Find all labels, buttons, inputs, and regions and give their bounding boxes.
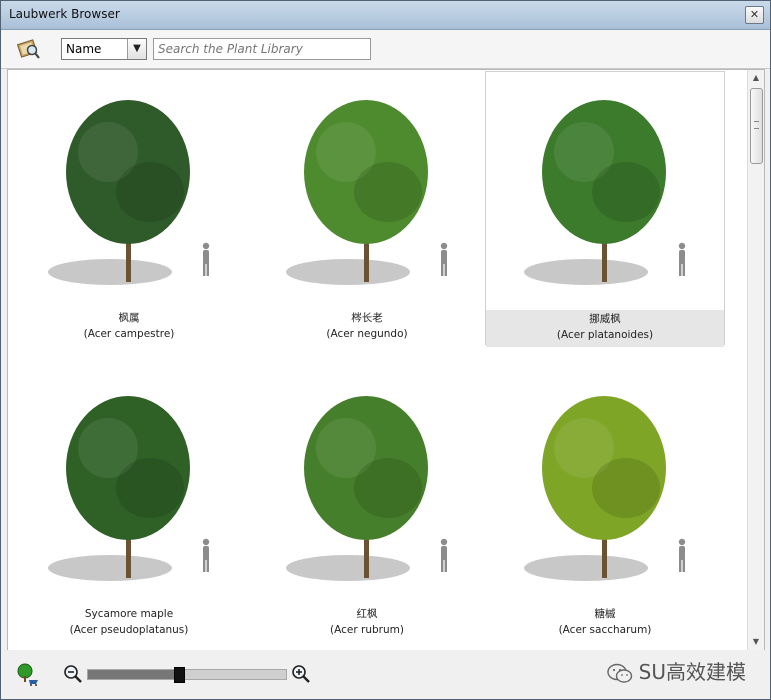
plant-library-view: 枫属 (Acer campestre) 梣长老 (Acer negundo) 挪威枫 (A…	[7, 69, 765, 651]
plant-latin-name: (Acer platanoides)	[556, 329, 654, 341]
scrollbar-thumb[interactable]	[750, 88, 763, 164]
window-title: Laubwerk Browser	[9, 7, 120, 21]
title-bar[interactable]: Laubwerk Browser ✕	[1, 1, 770, 30]
plant-thumbnail	[286, 100, 448, 285]
toolbar: Name ▼	[1, 30, 770, 69]
plant-common-name: 红枫	[356, 608, 378, 620]
scroll-up-icon[interactable]: ▲	[748, 70, 764, 86]
scroll-down-icon[interactable]: ▼	[748, 634, 764, 650]
plant-grid: 枫属 (Acer campestre) 梣长老 (Acer negundo) 挪威枫 (A…	[8, 70, 748, 650]
plant-latin-name: (Acer saccharum)	[558, 624, 652, 636]
plant-caption: Sycamore maple (Acer pseudoplatanus)	[10, 606, 248, 638]
zoom-out-icon[interactable]	[63, 664, 83, 684]
plant-thumbnail	[286, 396, 448, 581]
plant-search-icon[interactable]	[17, 38, 41, 60]
plant-latin-name: (Acer rubrum)	[330, 624, 404, 636]
close-button[interactable]: ✕	[745, 6, 764, 24]
sort-select-value: Name	[66, 42, 102, 56]
plant-latin-name: (Acer campestre)	[83, 328, 175, 340]
plant-tile[interactable]: 梣长老 (Acer negundo)	[248, 72, 486, 344]
plant-common-name: Sycamore maple	[84, 608, 174, 620]
chevron-down-icon[interactable]: ▼	[127, 39, 146, 59]
plant-thumbnail	[524, 100, 686, 285]
wechat-icon	[606, 663, 632, 683]
plant-thumbnail	[48, 100, 210, 285]
zoom-slider[interactable]	[87, 667, 287, 683]
plant-tile[interactable]: 红枫 (Acer rubrum)	[248, 368, 486, 640]
laubwerk-browser-window: Laubwerk Browser ✕ Name ▼ 枫属 (Acer campes…	[0, 0, 771, 700]
plant-caption: 梣长老 (Acer negundo)	[248, 310, 486, 342]
plant-common-name: 挪威枫	[589, 313, 621, 325]
sort-select[interactable]: Name ▼	[61, 38, 147, 60]
plant-common-name: 糖槭	[594, 608, 616, 620]
watermark-text: SU高效建模	[638, 660, 746, 684]
plant-caption: 枫属 (Acer campestre)	[10, 310, 248, 342]
bottom-bar: SU高效建模	[1, 650, 770, 699]
plant-caption: 红枫 (Acer rubrum)	[248, 606, 486, 638]
plant-latin-name: (Acer pseudoplatanus)	[69, 624, 189, 636]
search-input[interactable]	[153, 38, 371, 60]
plant-tile[interactable]: 挪威枫 (Acer platanoides)	[485, 71, 725, 347]
watermark: SU高效建模	[606, 656, 746, 685]
plant-latin-name: (Acer negundo)	[326, 328, 408, 340]
plant-common-name: 梣长老	[351, 312, 383, 324]
plant-tile[interactable]: 糖槭 (Acer saccharum)	[486, 368, 724, 640]
plant-tile[interactable]: 枫属 (Acer campestre)	[10, 72, 248, 344]
plant-caption: 挪威枫 (Acer platanoides)	[486, 310, 724, 347]
zoom-slider-handle[interactable]	[174, 667, 185, 683]
plant-thumbnail	[524, 396, 686, 581]
vertical-scrollbar[interactable]: ▲ ▼	[747, 70, 764, 650]
plant-common-name: 枫属	[118, 312, 140, 324]
zoom-slider-fill	[88, 670, 179, 679]
add-plant-icon[interactable]	[15, 662, 41, 686]
plant-caption: 糖槭 (Acer saccharum)	[486, 606, 724, 638]
zoom-in-icon[interactable]	[291, 664, 311, 684]
plant-thumbnail	[48, 396, 210, 581]
plant-tile[interactable]: Sycamore maple (Acer pseudoplatanus)	[10, 368, 248, 640]
